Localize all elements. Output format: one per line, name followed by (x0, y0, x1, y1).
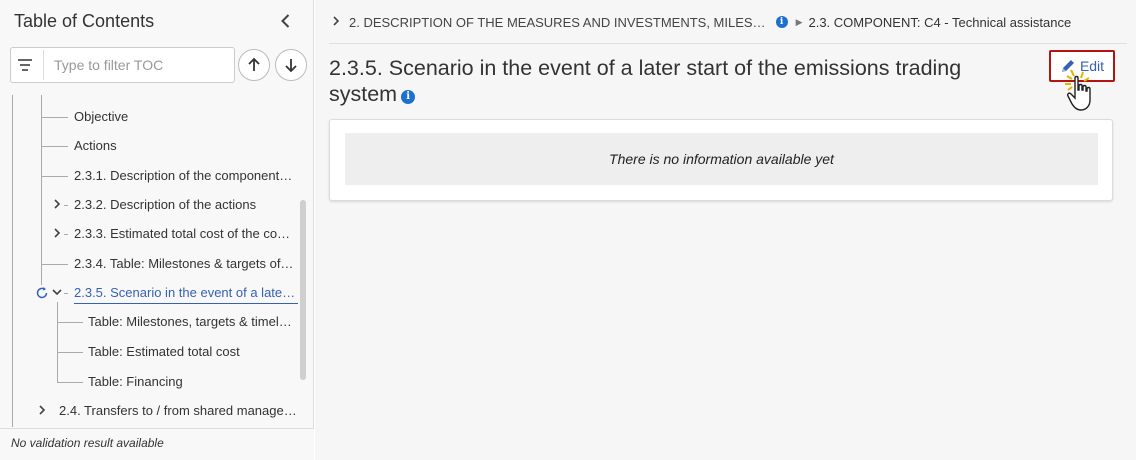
arrow-down-icon (285, 59, 297, 73)
chevron-right-icon (54, 228, 61, 238)
tree-connector (41, 264, 68, 265)
toc-tree: Objective Actions 2.3.1. Description of … (0, 95, 300, 427)
arrow-up-icon (248, 57, 260, 71)
toc-scrollbar-thumb[interactable] (300, 200, 306, 380)
toc-header: Table of Contents (14, 10, 304, 34)
breadcrumb-parent-link[interactable]: 2. DESCRIPTION OF THE MEASURES AND INVES… (349, 15, 766, 30)
collapse-2-3-5-button[interactable] (50, 285, 64, 299)
chevron-right-icon (39, 405, 46, 415)
toc-filter-input[interactable] (43, 50, 228, 80)
tree-connector (64, 205, 68, 206)
breadcrumb-current: 2.3. COMPONENT: C4 - Technical assistanc… (808, 14, 1072, 30)
caret-right-icon: ▶ (795, 16, 803, 27)
chevron-down-icon (52, 289, 62, 296)
chevron-right-icon (54, 199, 61, 209)
tree-guide-line (12, 95, 13, 427)
toc-item-actions[interactable]: Actions (74, 135, 294, 157)
toc-panel: Table of Contents Type to filter TOC Obj… (0, 0, 314, 460)
toc-item-2-3-2[interactable]: 2.3.2. Description of the actions (74, 194, 294, 216)
chevron-left-icon (281, 14, 290, 28)
tree-connector (57, 352, 83, 353)
expand-2-4-button[interactable] (35, 403, 49, 417)
page-title: 2.3.5. Scenario in the event of a later … (329, 55, 1029, 107)
toc-item-2-3-5[interactable]: 2.3.5. Scenario in the event of a late… (74, 282, 298, 304)
toc-title: Table of Contents (14, 11, 155, 31)
edit-button-label: Edit (1079, 58, 1105, 74)
toc-item-2-4[interactable]: 2.4. Transfers to / from shared manage… (59, 400, 297, 422)
edit-button[interactable]: Edit (1049, 50, 1115, 82)
info-icon[interactable]: i (775, 16, 788, 28)
tree-connector (64, 293, 68, 294)
expand-2-3-2-button[interactable] (50, 197, 64, 211)
toc-item-table-milestones[interactable]: Table: Milestones, targets & timeli… (88, 311, 294, 333)
tree-guide-line (41, 95, 42, 285)
tree-connector (57, 382, 83, 383)
toc-item-2-3-1[interactable]: 2.3.1. Description of the component… (74, 165, 294, 187)
chevron-right-icon (331, 14, 341, 30)
toc-item-objective[interactable]: Objective (74, 106, 294, 128)
main-content: 2. DESCRIPTION OF THE MEASURES AND INVES… (315, 0, 1136, 460)
tree-connector (57, 322, 83, 323)
toc-filter-box (10, 47, 235, 83)
pencil-icon (1061, 60, 1074, 72)
info-icon[interactable]: i (401, 90, 416, 104)
content-panel: There is no information available yet (329, 119, 1113, 201)
toc-item-table-financing[interactable]: Table: Financing (88, 371, 294, 393)
toc-item-2-3-3[interactable]: 2.3.3. Estimated total cost of the co… (74, 223, 294, 245)
tree-connector (41, 117, 68, 118)
collapse-toc-button[interactable] (276, 11, 296, 31)
next-match-button[interactable] (275, 49, 307, 81)
toc-item-2-3-4[interactable]: 2.3.4. Table: Milestones & targets of… (74, 253, 294, 275)
validation-status-bar: No validation result available (0, 428, 314, 460)
refresh-icon[interactable] (35, 286, 49, 300)
validation-status-text: No validation result available (11, 436, 164, 450)
tree-connector (41, 176, 68, 177)
breadcrumb: 2. DESCRIPTION OF THE MEASURES AND INVES… (331, 12, 1071, 32)
previous-match-button[interactable] (238, 49, 270, 81)
toc-item-table-estimated-cost[interactable]: Table: Estimated total cost (88, 341, 294, 363)
tree-connector (41, 146, 68, 147)
header-divider (329, 43, 1127, 44)
tree-connector (64, 234, 68, 235)
page-title-text: 2.3.5. Scenario in the event of a later … (329, 56, 962, 106)
expand-2-3-3-button[interactable] (50, 226, 64, 240)
tree-guide-line (57, 302, 58, 382)
toc-filter-row (10, 47, 308, 83)
empty-state-message: There is no information available yet (345, 133, 1098, 185)
filter-icon[interactable] (11, 48, 39, 82)
